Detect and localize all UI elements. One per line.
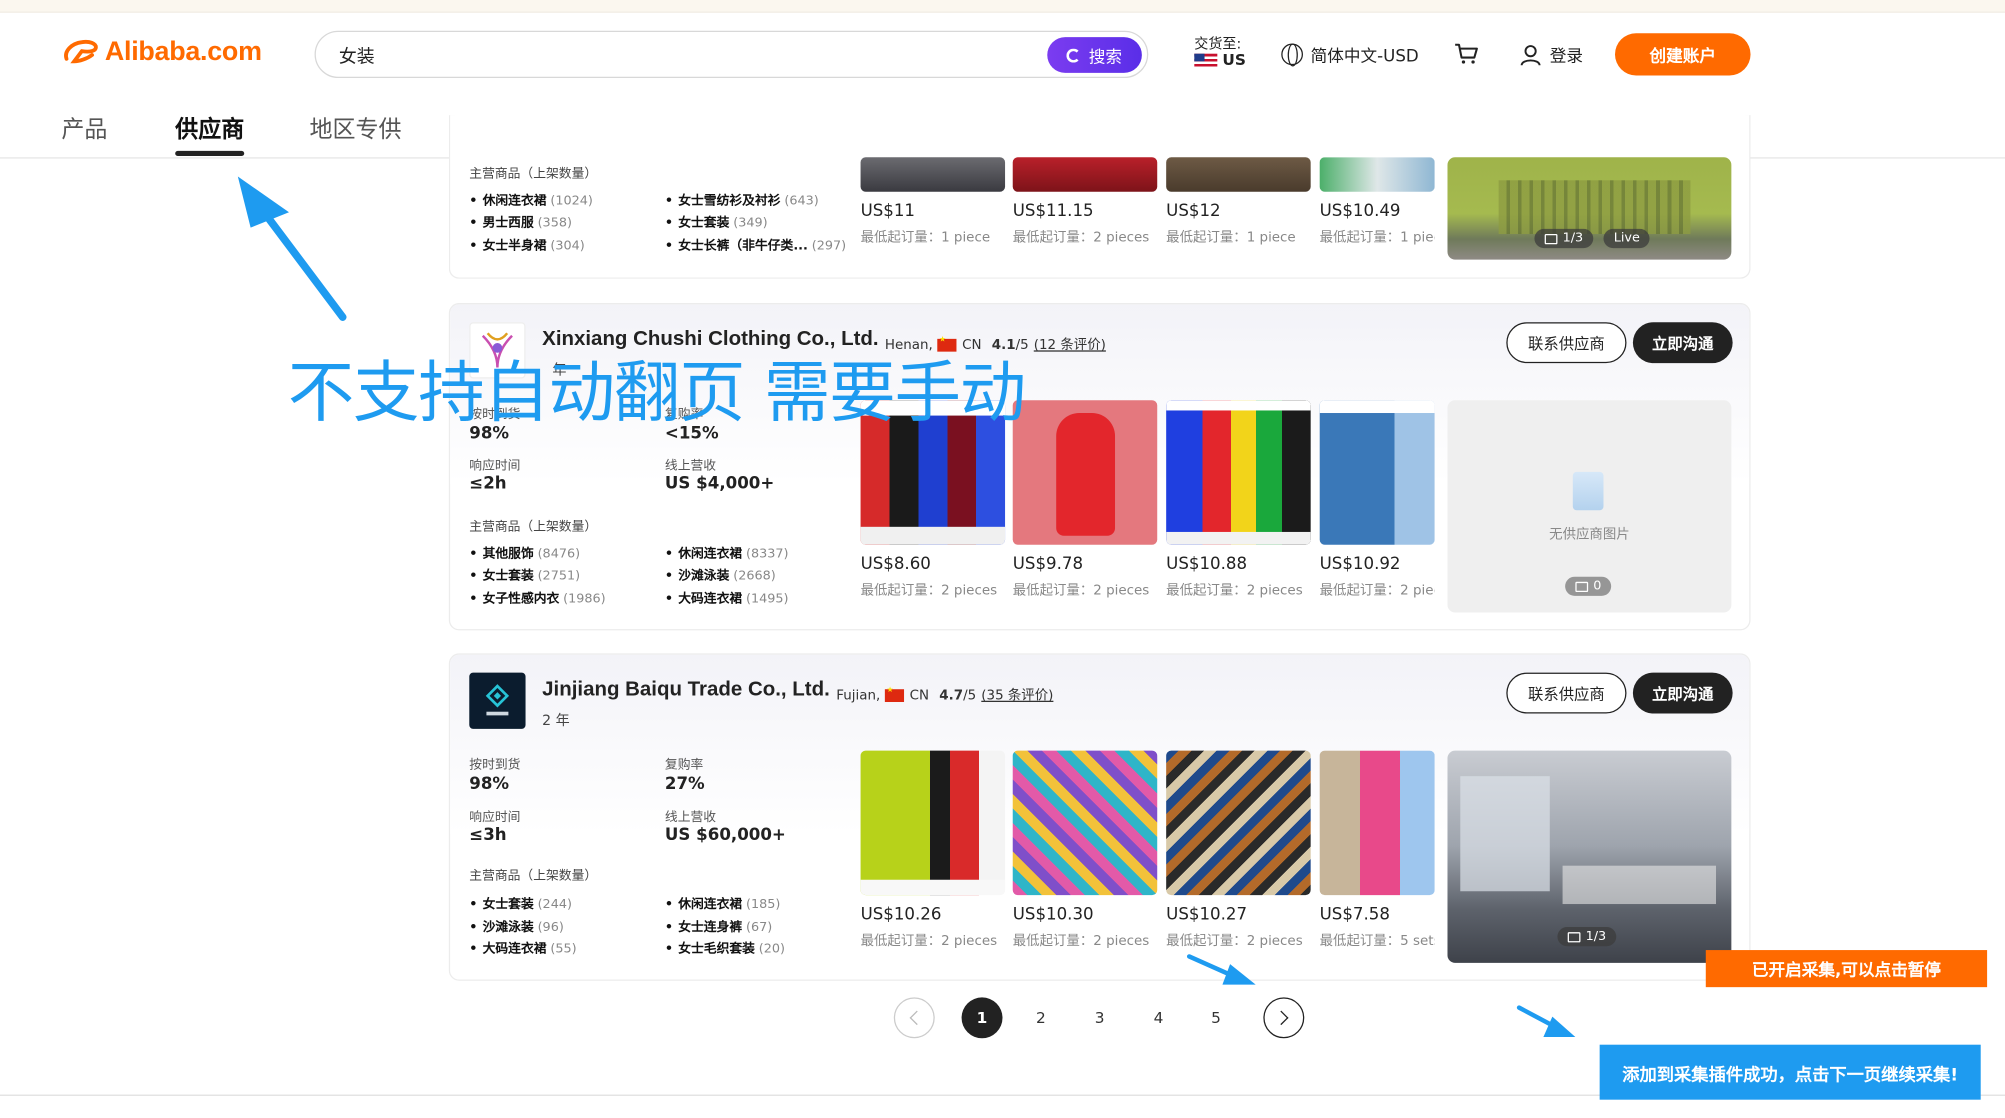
page: Alibaba.com 女装 搜索 交货至: US 简体中文-USD 登录 创建… <box>0 0 2005 1118</box>
arrow-to-tip-icon <box>1516 1005 1576 1038</box>
arrow-to-next-page-icon <box>1186 954 1256 985</box>
collection-success-toast[interactable]: 添加到采集插件成功，点击下一页继续采集! <box>1599 1044 1981 1100</box>
annotation-arrows <box>237 176 1576 1038</box>
collection-status-toggle[interactable]: 已开启采集,可以点击暂停 <box>1705 950 1988 988</box>
arrow-to-suppliers-tab-icon <box>237 176 347 321</box>
annotation-text: 不支持自动翻页 需要手动 <box>287 355 1026 433</box>
